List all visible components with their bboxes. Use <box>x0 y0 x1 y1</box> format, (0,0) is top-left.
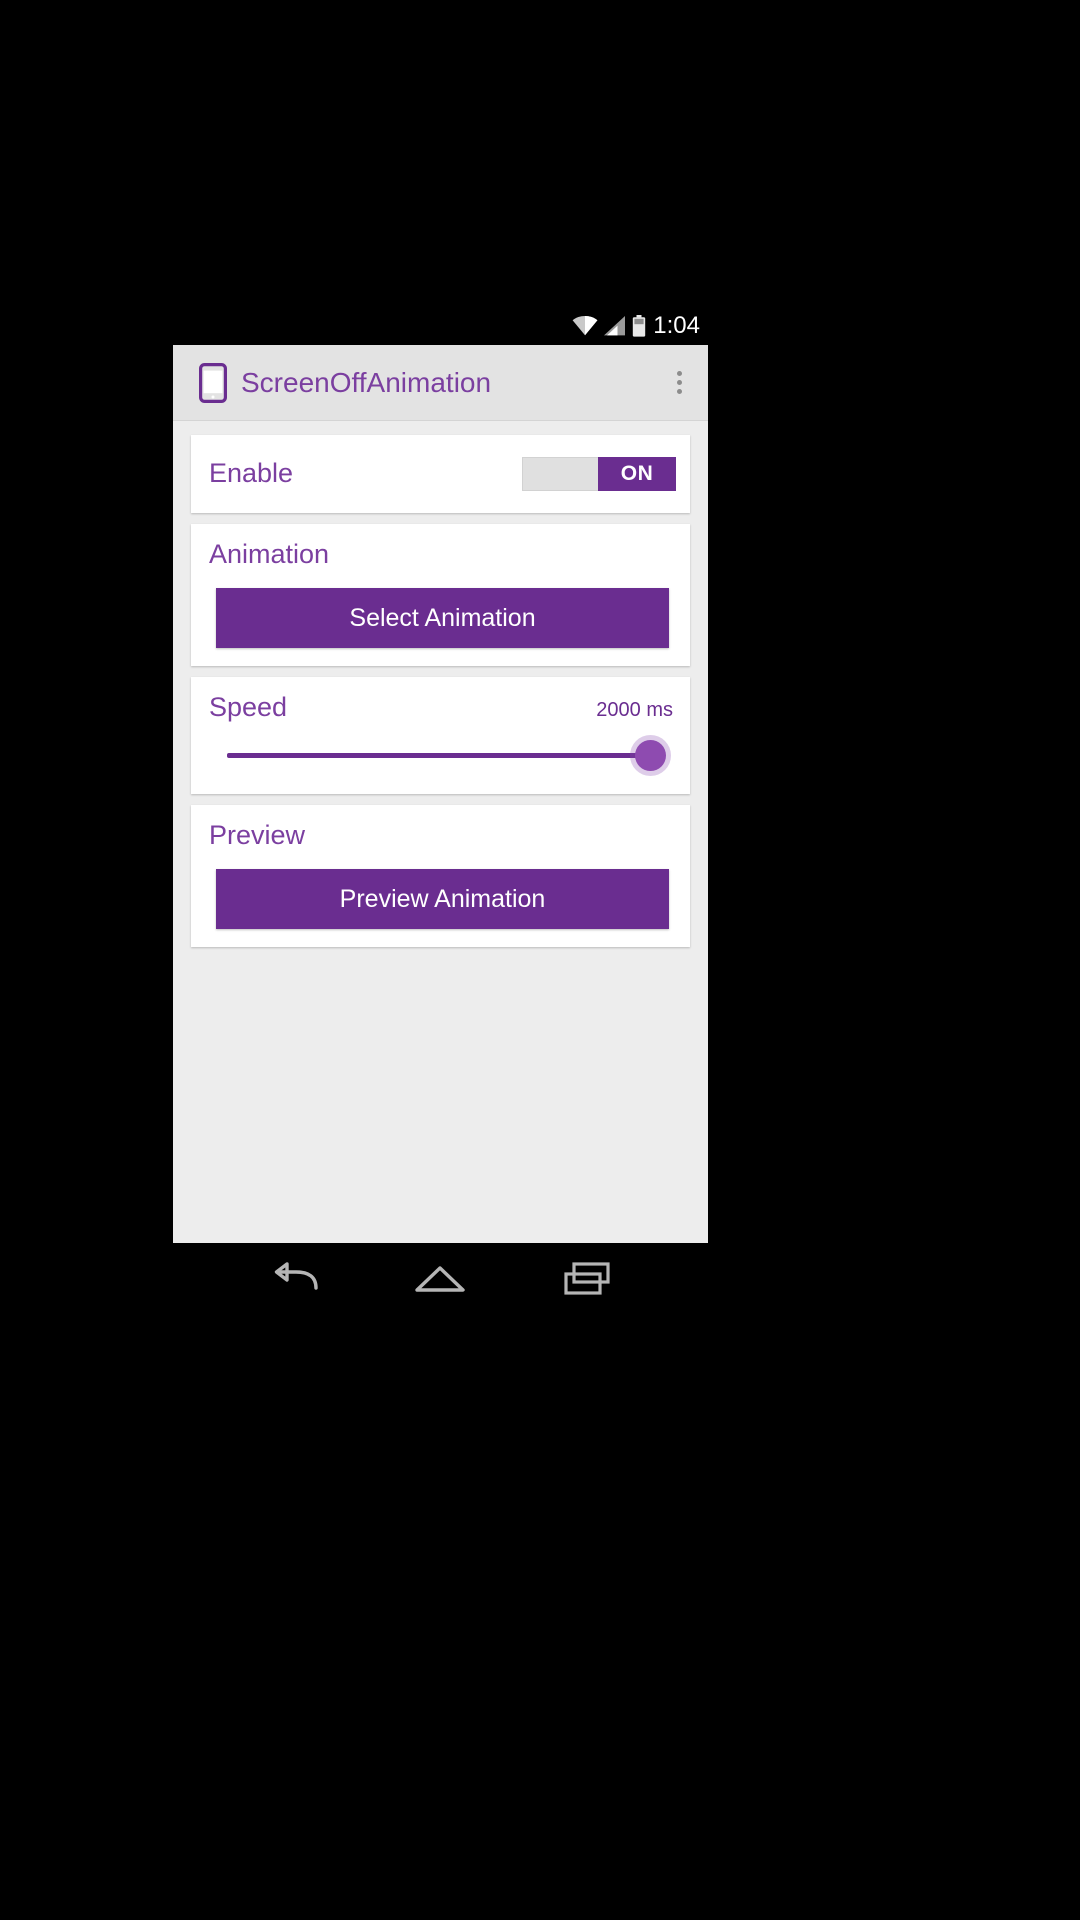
card-animation: Animation Select Animation <box>191 524 690 666</box>
enable-toggle-switch[interactable]: ON <box>522 457 676 491</box>
switch-state-label: ON <box>620 462 654 485</box>
wifi-icon <box>572 315 598 335</box>
speed-slider[interactable] <box>227 732 666 778</box>
slider-thumb[interactable] <box>635 740 666 772</box>
status-bar-icons <box>572 314 646 337</box>
battery-icon <box>633 314 646 337</box>
switch-thumb: ON <box>598 457 676 491</box>
status-bar-clock: 1:04 <box>653 311 700 339</box>
android-navigation-bar <box>173 1243 708 1315</box>
phone-icon <box>199 362 227 403</box>
overflow-menu-icon[interactable] <box>664 361 694 405</box>
app-title: ScreenOffAnimation <box>241 366 492 398</box>
speed-header: Speed 2000 ms <box>209 691 676 723</box>
nav-home-button[interactable] <box>408 1254 472 1304</box>
screenshot-root: 1:04 ScreenOffAnimation Enable ON Animat… <box>0 0 1080 1920</box>
recents-icon <box>564 1262 610 1295</box>
enable-row: Enable ON <box>209 451 676 497</box>
settings-content: Enable ON Animation Select Animation Spe… <box>173 421 708 1243</box>
status-bar: 1:04 <box>173 306 708 345</box>
nav-back-button[interactable] <box>262 1254 326 1304</box>
slider-track <box>227 753 652 759</box>
back-arrow-icon <box>274 1262 318 1290</box>
card-speed: Speed 2000 ms <box>191 676 690 795</box>
speed-value-label: 2000 ms <box>596 698 673 721</box>
device-viewport: 1:04 ScreenOffAnimation Enable ON Animat… <box>173 306 708 1243</box>
select-animation-button[interactable]: Select Animation <box>216 587 669 648</box>
preview-label: Preview <box>209 820 306 851</box>
nav-recents-button[interactable] <box>555 1254 619 1304</box>
animation-label: Animation <box>209 539 330 569</box>
signal-icon <box>604 315 626 335</box>
card-preview: Preview Preview Animation <box>191 805 690 948</box>
home-icon <box>415 1266 466 1292</box>
card-enable: Enable ON <box>191 435 690 513</box>
speed-label: Speed <box>209 691 288 722</box>
preview-animation-button[interactable]: Preview Animation <box>216 869 669 930</box>
enable-label: Enable <box>209 458 294 489</box>
app-bar: ScreenOffAnimation <box>173 345 708 421</box>
